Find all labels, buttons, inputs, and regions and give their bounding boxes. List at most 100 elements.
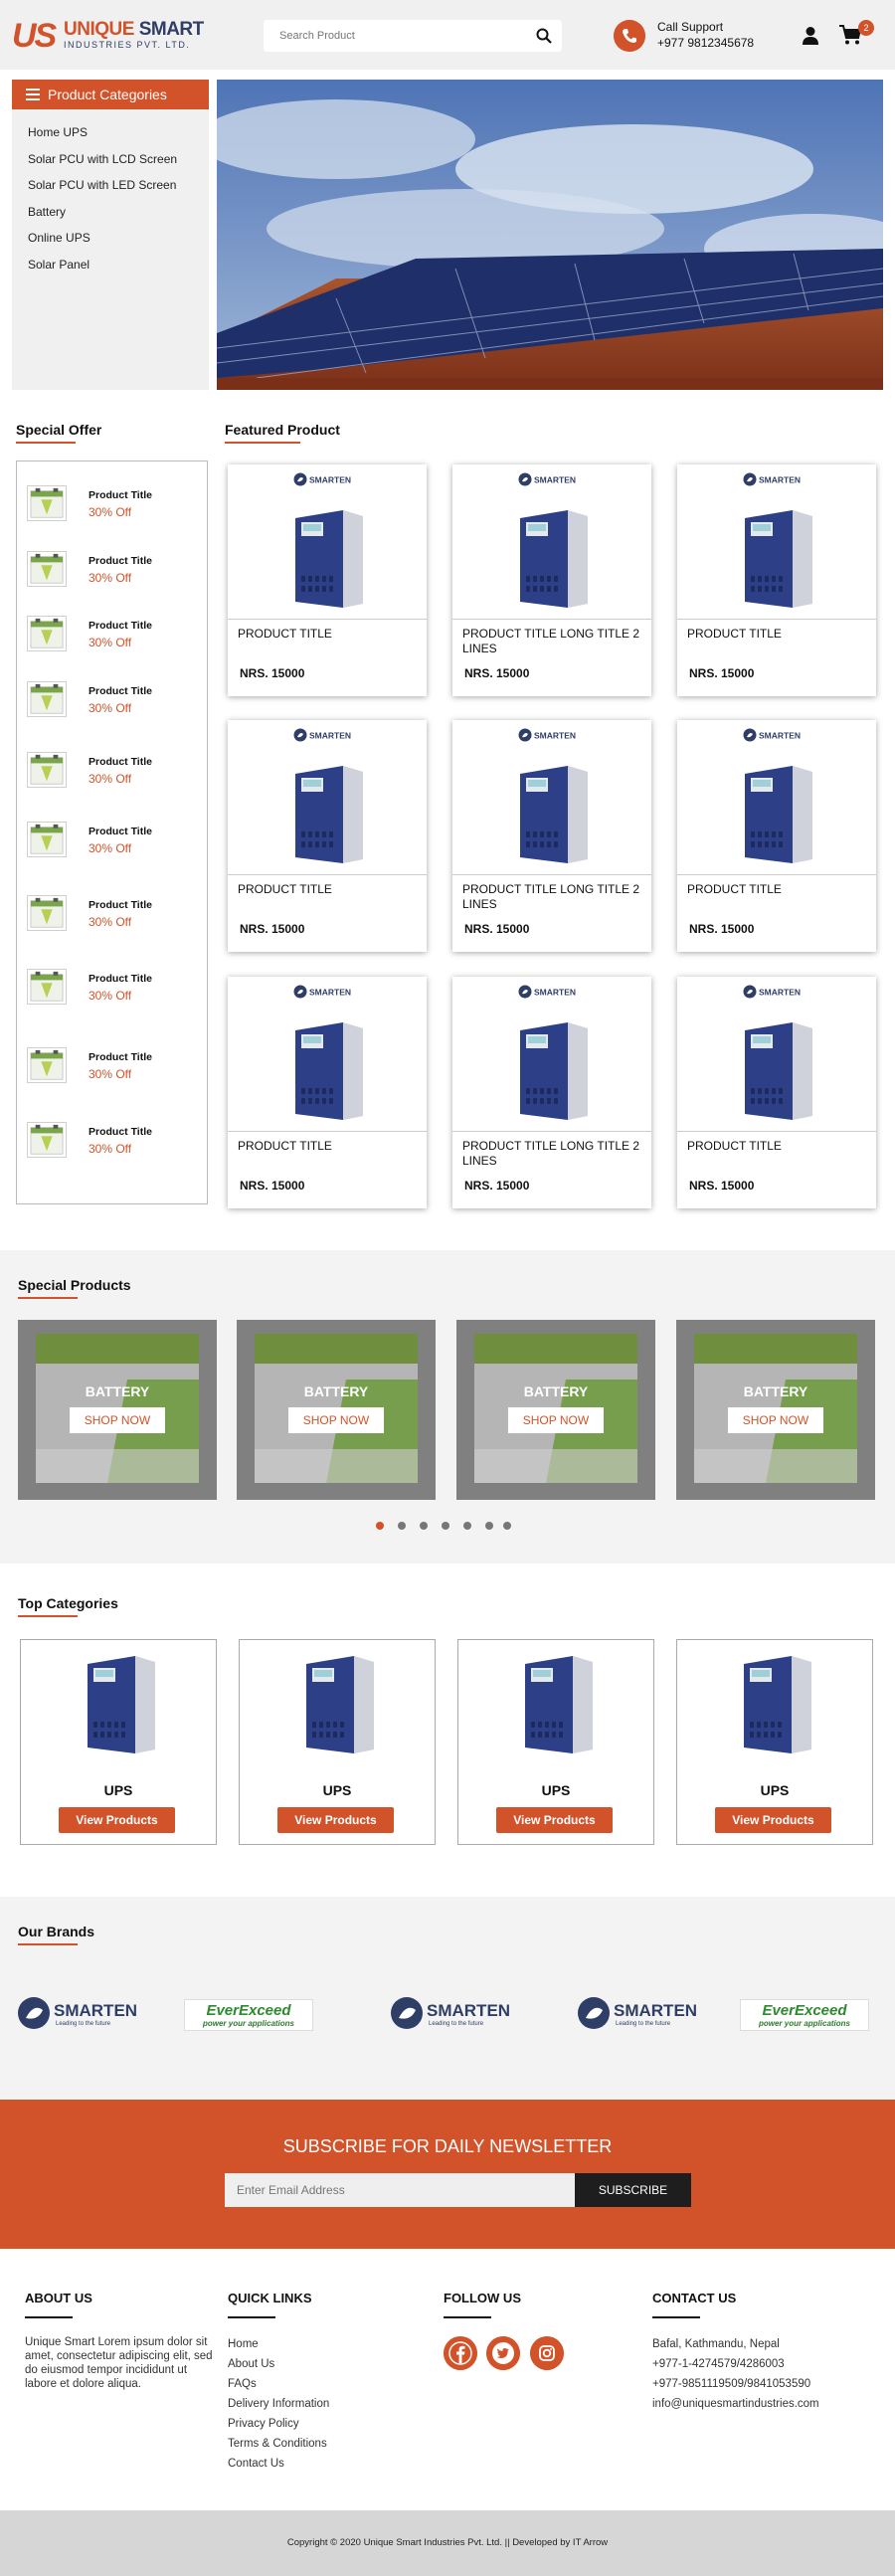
user-icon[interactable] xyxy=(802,26,819,46)
category-item-home-ups[interactable]: Home UPS xyxy=(28,119,209,146)
special-product-label: BATTERY xyxy=(85,1383,150,1399)
product-title[interactable]: PRODUCT TITLE xyxy=(238,882,422,897)
facebook-icon[interactable] xyxy=(444,2336,477,2370)
twitter-icon[interactable] xyxy=(486,2336,520,2370)
offer-item[interactable]: Product Title 30% Off xyxy=(27,1043,206,1087)
offer-item[interactable]: Product Title 30% Off xyxy=(27,818,206,861)
special-product-banner[interactable]: BATTERY SHOP NOW xyxy=(456,1320,655,1500)
battery-thumbnail xyxy=(27,681,67,717)
product-card[interactable]: PRODUCT TITLE NRS. 15000 xyxy=(228,464,427,696)
footer-link-terms[interactable]: Terms & Conditions xyxy=(228,2434,327,2454)
brand-logo-everexceed[interactable]: EverExceed power your applications xyxy=(184,1999,313,2031)
footer-email[interactable]: info@uniquesmartindustries.com xyxy=(652,2394,819,2414)
product-title[interactable]: PRODUCT TITLE xyxy=(238,1139,422,1154)
footer-link-about[interactable]: About Us xyxy=(228,2354,274,2374)
offer-item[interactable]: Product Title 30% Off xyxy=(27,748,206,792)
offer-item[interactable]: Product Title 30% Off xyxy=(27,481,206,525)
footer-follow-underline xyxy=(444,2316,491,2318)
product-title[interactable]: PRODUCT TITLE LONG TITLE 2 LINES xyxy=(462,882,646,912)
brand-logo-smarten[interactable]: SMARTEN Leading to the future xyxy=(576,1995,697,2031)
product-card[interactable]: PRODUCT TITLE NRS. 15000 xyxy=(677,720,876,952)
view-products-button[interactable]: View Products xyxy=(277,1807,394,1833)
category-card[interactable]: UPS View Products xyxy=(20,1639,217,1845)
product-card[interactable]: PRODUCT TITLE NRS. 15000 xyxy=(677,977,876,1208)
carousel-dot-6[interactable] xyxy=(485,1522,493,1530)
footer-address: Bafal, Kathmandu, Nepal xyxy=(652,2338,780,2350)
product-card[interactable]: PRODUCT TITLE NRS. 15000 xyxy=(228,977,427,1208)
carousel-dot-5[interactable] xyxy=(463,1522,471,1530)
search-input[interactable] xyxy=(264,20,522,52)
special-product-banner[interactable]: BATTERY SHOP NOW xyxy=(18,1320,217,1500)
carousel-dot-7[interactable] xyxy=(503,1522,511,1530)
carousel-dot-4[interactable] xyxy=(442,1522,449,1530)
footer-mobile[interactable]: +977-9851119509/9841053590 xyxy=(652,2374,810,2394)
battery-thumbnail xyxy=(27,895,67,931)
category-item-solar-pcu-lcd[interactable]: Solar PCU with LCD Screen xyxy=(28,146,209,173)
footer-link-faqs[interactable]: FAQs xyxy=(228,2374,257,2394)
offer-item[interactable]: Product Title 30% Off xyxy=(27,891,206,935)
brand-logo-smarten[interactable]: SMARTEN Leading to the future xyxy=(389,1995,510,2031)
shop-now-button[interactable]: SHOP NOW xyxy=(508,1407,604,1433)
offer-item[interactable]: Product Title 30% Off xyxy=(27,547,206,591)
ups-product-image xyxy=(737,506,816,610)
search-icon[interactable] xyxy=(536,28,552,44)
product-card[interactable]: PRODUCT TITLE NRS. 15000 xyxy=(228,720,427,952)
product-title[interactable]: PRODUCT TITLE xyxy=(687,627,871,642)
footer-link-privacy[interactable]: Privacy Policy xyxy=(228,2414,299,2434)
smarten-brand-logo xyxy=(743,728,810,742)
call-number: +977 9812345678 xyxy=(657,36,755,50)
category-card[interactable]: UPS View Products xyxy=(457,1639,654,1845)
offer-item[interactable]: Product Title 30% Off xyxy=(27,965,206,1009)
newsletter-section: SUBSCRIBE FOR DAILY NEWSLETTER SUBSCRIBE xyxy=(0,2100,895,2249)
shop-now-button[interactable]: SHOP NOW xyxy=(728,1407,823,1433)
category-card[interactable]: UPS View Products xyxy=(676,1639,873,1845)
logo-name: UNIQUE SMART xyxy=(64,20,204,40)
brand-logo-everexceed[interactable]: EverExceed power your applications xyxy=(740,1999,869,2031)
site-logo[interactable]: US UNIQUE SMART INDUSTRIES PVT. LTD. xyxy=(12,18,211,54)
footer-phone[interactable]: +977-1-4274579/4286003 xyxy=(652,2354,785,2374)
category-card-label: UPS xyxy=(541,1782,571,1798)
offer-item[interactable]: Product Title 30% Off xyxy=(27,612,206,655)
special-product-banner[interactable]: BATTERY SHOP NOW xyxy=(237,1320,436,1500)
newsletter-email-input[interactable] xyxy=(225,2173,575,2207)
footer-link-contact[interactable]: Contact Us xyxy=(228,2454,284,2474)
call-support[interactable]: Call Support +977 9812345678 xyxy=(614,18,763,54)
brand-tagline: power your applications xyxy=(202,2019,294,2028)
category-card[interactable]: UPS View Products xyxy=(239,1639,436,1845)
product-card[interactable]: PRODUCT TITLE NRS. 15000 xyxy=(677,464,876,696)
smarten-brand-logo xyxy=(518,728,586,742)
instagram-icon[interactable] xyxy=(530,2336,564,2370)
category-menu-header[interactable]: Product Categories xyxy=(12,80,209,109)
view-products-button[interactable]: View Products xyxy=(715,1807,831,1833)
special-product-banner[interactable]: BATTERY SHOP NOW xyxy=(676,1320,875,1500)
view-products-button[interactable]: View Products xyxy=(59,1807,175,1833)
carousel-dot-1[interactable] xyxy=(376,1522,384,1530)
product-card[interactable]: PRODUCT TITLE LONG TITLE 2 LINES NRS. 150… xyxy=(452,977,651,1208)
subscribe-button[interactable]: SUBSCRIBE xyxy=(575,2173,691,2207)
product-title[interactable]: PRODUCT TITLE xyxy=(687,1139,871,1154)
footer-link-home[interactable]: Home xyxy=(228,2334,259,2354)
product-title[interactable]: PRODUCT TITLE LONG TITLE 2 LINES xyxy=(462,627,646,656)
category-item-solar-panel[interactable]: Solar Panel xyxy=(28,252,209,278)
product-title[interactable]: PRODUCT TITLE LONG TITLE 2 LINES xyxy=(462,1139,646,1169)
category-item-solar-pcu-led[interactable]: Solar PCU with LED Screen xyxy=(28,172,209,199)
carousel-dot-3[interactable] xyxy=(420,1522,428,1530)
shop-now-button[interactable]: SHOP NOW xyxy=(288,1407,384,1433)
category-item-online-ups[interactable]: Online UPS xyxy=(28,225,209,252)
product-title[interactable]: PRODUCT TITLE xyxy=(687,882,871,897)
footer-link-delivery[interactable]: Delivery Information xyxy=(228,2394,329,2414)
view-products-button[interactable]: View Products xyxy=(496,1807,613,1833)
product-title[interactable]: PRODUCT TITLE xyxy=(238,627,422,642)
cart-count-badge: 2 xyxy=(858,20,874,36)
carousel-dot-2[interactable] xyxy=(398,1522,406,1530)
brand-logo-smarten[interactable]: SMARTEN Leading to the future xyxy=(16,1995,137,2031)
offer-item[interactable]: Product Title 30% Off xyxy=(27,677,206,721)
offer-item-title: Product Title xyxy=(89,489,152,501)
shop-now-button[interactable]: SHOP NOW xyxy=(70,1407,165,1433)
product-card[interactable]: PRODUCT TITLE LONG TITLE 2 LINES NRS. 150… xyxy=(452,720,651,952)
battery-thumbnail xyxy=(27,752,67,788)
product-price: NRS. 15000 xyxy=(689,922,755,936)
product-card[interactable]: PRODUCT TITLE LONG TITLE 2 LINES NRS. 150… xyxy=(452,464,651,696)
category-item-battery[interactable]: Battery xyxy=(28,199,209,226)
offer-item[interactable]: Product Title 30% Off xyxy=(27,1118,206,1162)
